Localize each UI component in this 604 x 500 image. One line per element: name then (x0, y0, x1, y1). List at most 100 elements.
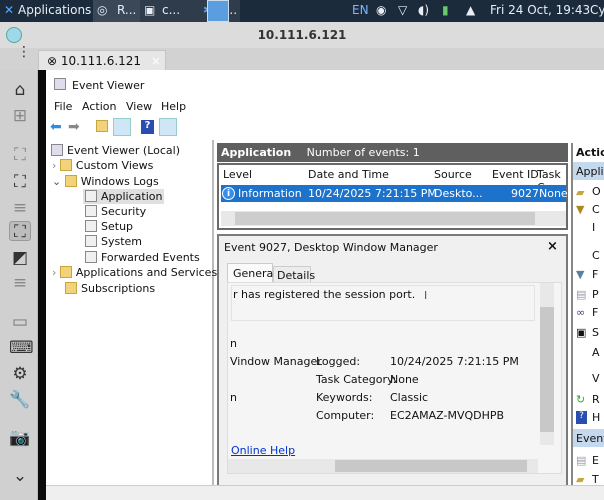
actions-section-application[interactable]: Appli (573, 162, 604, 180)
task-terminal[interactable]: ▣ c... (140, 0, 200, 22)
menu-file[interactable]: File (54, 100, 72, 113)
show-hide-tree-icon[interactable] (113, 118, 131, 136)
wifi-icon[interactable]: ▽ (398, 3, 407, 17)
tree-security[interactable]: Security (85, 205, 146, 218)
volume-icon[interactable]: ◖) (418, 3, 429, 17)
tree-forwarded-events[interactable]: Forwarded Events (85, 251, 200, 264)
remote-app-icon[interactable]: ◉ (376, 3, 386, 17)
applications-menu[interactable]: Applications (18, 3, 91, 17)
connection-icon: ⊗ (47, 54, 58, 68)
help-icon[interactable]: ? (141, 120, 154, 134)
up-folder-icon[interactable] (96, 120, 112, 133)
fullscreen-icon[interactable]: ⛶ (9, 172, 31, 192)
wrench-icon[interactable]: 🔧 (9, 390, 31, 410)
properties-icon[interactable]: ▤ (576, 288, 586, 301)
scrollbar-thumb[interactable] (540, 307, 554, 432)
language-indicator[interactable]: EN (352, 3, 369, 17)
event-message[interactable]: r has registered the session port. (231, 285, 535, 321)
filter-icon[interactable]: ▼ (576, 203, 584, 216)
home-icon[interactable]: ⌂ (9, 80, 31, 100)
menu-dots-icon[interactable]: ⋮ (17, 45, 31, 59)
logged-value: 10/24/2025 7:21:15 PM (390, 355, 519, 368)
tab-close-icon[interactable]: × (151, 54, 161, 68)
scrollbar-thumb[interactable] (335, 460, 527, 472)
scale-icon[interactable]: ⛶ (9, 221, 31, 242)
back-arrow-icon[interactable]: ⬅ (50, 119, 62, 135)
refresh-icon[interactable]: ↻ (576, 393, 585, 406)
info-icon: i (222, 187, 235, 200)
keyboard-icon[interactable]: ⌨ (9, 338, 34, 358)
menu-action[interactable]: Action (82, 100, 116, 113)
tree-system[interactable]: System (85, 235, 142, 248)
column-event-id[interactable]: Event ID (492, 168, 539, 181)
remote-viewer-icon: ◎ (97, 3, 108, 17)
window-icon[interactable]: ▭ (9, 312, 31, 332)
tree-custom-views[interactable]: › Custom Views (52, 159, 153, 172)
actions-section-event[interactable]: Event (573, 429, 604, 447)
event-viewer-window: Event Viewer File Action View Help ⬅ ➡ ?… (46, 70, 604, 486)
scrollbar-thumb[interactable] (235, 212, 535, 225)
tab-connection[interactable]: ⊗ 10.111.6.121 × (38, 50, 166, 71)
remote-viewer-titlebar: 10.111.6.121 (0, 22, 604, 48)
new-window-icon[interactable]: ⊞ (9, 106, 31, 126)
bell-icon[interactable]: ▲ (466, 3, 475, 17)
chevron-down-icon[interactable]: ⌄ (9, 466, 31, 486)
vertical-scrollbar[interactable] (540, 283, 554, 445)
tree-pane: Event Viewer (Local) › Custom Views ⌄ Wi… (46, 140, 233, 485)
tree-application[interactable]: Application (83, 189, 165, 204)
window-border (38, 70, 46, 500)
tree-apps-services[interactable]: › Applications and Services Lo (52, 266, 233, 279)
task-active-viewer[interactable] (207, 0, 229, 22)
event-properties-icon[interactable]: ▤ (576, 454, 586, 467)
window-title: Event Viewer (72, 79, 145, 92)
settings-gear-icon[interactable]: ⚙ (9, 364, 31, 384)
resize-icon[interactable]: ◩ (9, 248, 31, 268)
tab-general[interactable]: General (227, 263, 276, 283)
tree-windows-logs[interactable]: ⌄ Windows Logs (52, 175, 159, 188)
task-category-label: Task Category: (316, 373, 397, 386)
online-help-link[interactable]: Online Help (231, 444, 295, 457)
separator-icon: ≡ (12, 273, 28, 293)
user-menu[interactable]: Cy (590, 3, 604, 17)
camera-icon[interactable]: 📷 (9, 428, 31, 448)
log-name: Application (221, 146, 292, 159)
fit-screen-icon[interactable]: ⛶ (9, 145, 31, 165)
detail-close-icon[interactable]: × (547, 239, 558, 254)
task-category-value: None (390, 373, 419, 386)
show-hide-action-icon[interactable] (159, 118, 177, 136)
column-source[interactable]: Source (434, 168, 472, 181)
menu-view[interactable]: View (126, 100, 152, 113)
remote-sidebar: ⌂ ⊞ ⛶ ⛶ ≡ ⛶ ◩ ≡ ▭ ⌨ ⚙ 🔧 📷 ⌄ (0, 70, 38, 500)
actions-title: Action (576, 146, 604, 159)
help-icon[interactable]: ? (576, 411, 587, 424)
status-bar (46, 485, 604, 500)
logged-label: Logged: (316, 355, 361, 368)
horizontal-scrollbar[interactable] (228, 459, 538, 473)
horizontal-scrollbar[interactable] (221, 211, 566, 226)
find-icon[interactable]: ∞ (576, 306, 585, 319)
forward-arrow-icon[interactable]: ➡ (68, 119, 80, 135)
filter-log-icon[interactable]: ▼ (576, 268, 584, 281)
event-detail-pane: Event 9027, Desktop Window Manager × Gen… (217, 234, 568, 485)
task-remote-viewer[interactable]: ◎ R... (93, 0, 140, 22)
event-viewer-icon (54, 78, 70, 91)
column-date[interactable]: Date and Time (308, 168, 389, 181)
open-log-icon[interactable]: ▰ (576, 186, 584, 199)
clock[interactable]: Fri 24 Oct, 19:43 (490, 3, 590, 17)
keywords-label: Keywords: (316, 391, 373, 404)
table-row[interactable]: i Information 10/24/2025 7:21:15 PM Desk… (221, 185, 568, 202)
terminal-icon: ▣ (144, 3, 156, 17)
computer-value: EC2AMAZ-MVQDHPB (390, 409, 505, 422)
tree-setup[interactable]: Setup (85, 220, 133, 233)
column-level[interactable]: Level (223, 168, 252, 181)
remote-viewer-logo-icon (6, 27, 22, 43)
separator-icon: ≡ (12, 198, 28, 218)
actions-pane: Action Appli Event ▰ O ▼ C I C ▼ F ▤ P ∞… (571, 143, 604, 486)
system-taskbar: ✕ Applications ◎R... ▣c... ✱S... EN ◉ ▽ … (0, 0, 604, 22)
menu-help[interactable]: Help (161, 100, 186, 113)
tree-root[interactable]: Event Viewer (Local) (51, 144, 180, 157)
tree-subscriptions[interactable]: Subscriptions (65, 282, 155, 295)
tab-details[interactable]: Details (273, 266, 315, 283)
save-icon[interactable]: ▣ (576, 326, 586, 339)
battery-icon[interactable]: ▮ (442, 3, 449, 17)
